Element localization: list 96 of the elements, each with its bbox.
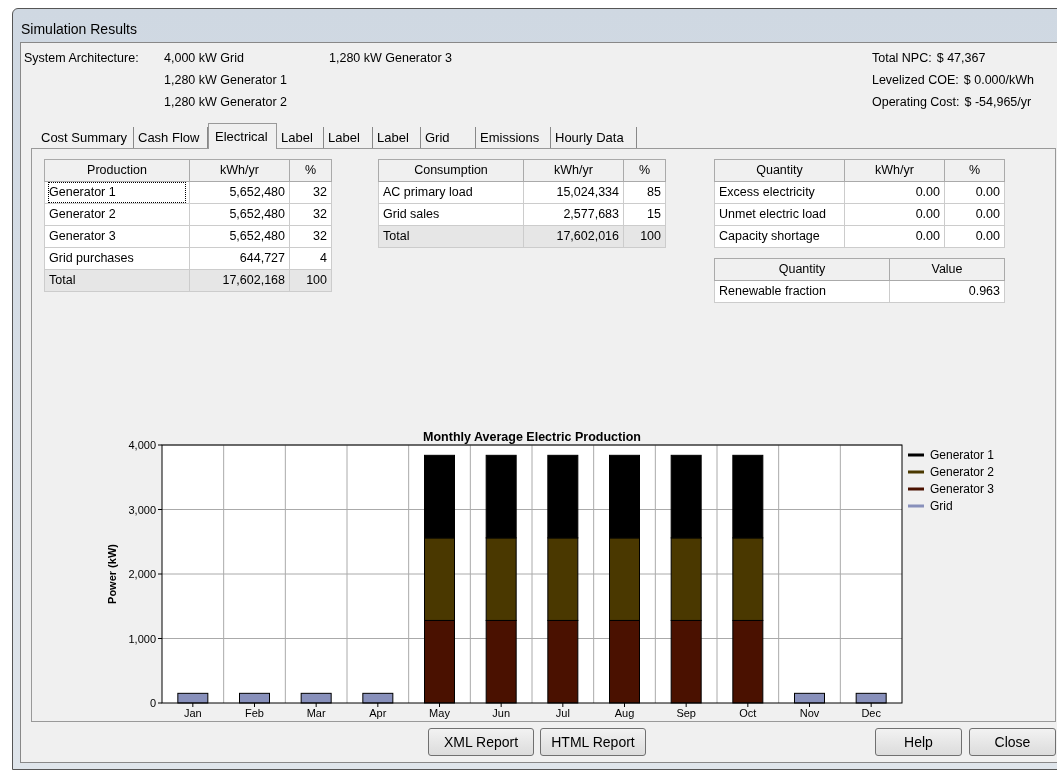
chart-title: Monthly Average Electric Production <box>423 430 641 444</box>
summary-label: Operating Cost: <box>871 93 960 111</box>
legend-swatch <box>908 453 924 457</box>
legend-swatch <box>908 504 924 508</box>
column-header: % <box>289 159 332 182</box>
x-tick-label: May <box>429 707 450 719</box>
legend-label: Generator 2 <box>930 465 995 479</box>
x-tick-label: Jul <box>555 707 570 719</box>
x-tick-label: Feb <box>245 707 264 719</box>
dialog-button[interactable]: Close <box>969 728 1056 756</box>
table-cell: 32 <box>289 225 332 248</box>
column-header: Quantity <box>714 258 890 281</box>
legend-label: Generator 1 <box>930 448 995 462</box>
x-tick-label: Mar <box>306 707 326 719</box>
x-tick-label: Aug <box>614 707 635 719</box>
legend-swatch <box>908 470 924 474</box>
column-header: Production <box>44 159 190 182</box>
table-cell: Total <box>378 225 524 248</box>
bar <box>239 692 270 704</box>
summary-label: Levelized COE: <box>871 71 959 89</box>
component-text: 4,000 kW Grid <box>164 50 245 67</box>
table-cell: Excess electricity <box>714 181 845 204</box>
x-tick-label: Apr <box>369 707 387 719</box>
table-cell: 17,602,016 <box>523 225 624 248</box>
column-header: Quantity <box>714 159 845 182</box>
column-header: % <box>944 159 1005 182</box>
summary-label: Total NPC: <box>871 50 932 67</box>
table-cell: 100 <box>289 269 332 292</box>
y-tick-label: 0 <box>149 697 156 709</box>
table-cell: Grid purchases <box>44 247 190 270</box>
component-text: 1,280 kW Generator 2 <box>164 93 288 111</box>
table-cell: Unmet electric load <box>714 203 845 226</box>
table-cell: 17,602,168 <box>189 269 290 292</box>
x-tick-label: Dec <box>861 707 881 719</box>
y-axis-label: Power (kW) <box>106 544 118 604</box>
legend-label: Generator 3 <box>930 482 995 496</box>
table-cell: 85 <box>623 181 666 204</box>
table-cell: 0.00 <box>944 225 1005 248</box>
dialog-button[interactable]: XML Report <box>428 728 534 756</box>
table-cell: 4 <box>289 247 332 270</box>
y-tick-label: 4,000 <box>128 439 156 451</box>
dialog-button[interactable]: HTML Report <box>540 728 646 756</box>
table-cell: 15,024,334 <box>523 181 624 204</box>
table-cell: 2,577,683 <box>523 203 624 226</box>
y-tick-label: 2,000 <box>128 568 156 580</box>
table-cell: 0.00 <box>944 203 1005 226</box>
column-header: Consumption <box>378 159 524 182</box>
bar <box>362 692 394 704</box>
x-tick-label: Jan <box>183 707 202 719</box>
table-cell: 0.00 <box>944 181 1005 204</box>
summary-value: $ 0.000/kWh <box>963 71 1034 89</box>
table-cell: 32 <box>289 181 332 204</box>
table-cell: 5,652,480 <box>189 181 290 204</box>
bar <box>177 692 209 704</box>
table-cell: 0.963 <box>889 280 1005 303</box>
architecture-label: System Architecture: <box>24 50 140 67</box>
table-cell: 0.00 <box>844 203 945 226</box>
column-header: kWh/yr <box>844 159 945 182</box>
table-cell: Renewable fraction <box>714 280 890 303</box>
table-cell: 15 <box>623 203 666 226</box>
summary-value: $ 47,367 <box>936 50 986 67</box>
summary-value: $ -54,965/yr <box>964 93 1032 111</box>
table-cell: AC primary load <box>378 181 524 204</box>
table-cell: Capacity shortage <box>714 225 845 248</box>
x-tick-label: Jun <box>492 707 511 719</box>
y-tick-label: 3,000 <box>128 503 156 516</box>
table-cell: 5,652,480 <box>189 225 290 248</box>
table-cell: Generator 2 <box>44 203 190 226</box>
component-text: 1,280 kW Generator 1 <box>164 71 288 89</box>
table-cell: Grid sales <box>378 203 524 226</box>
bar <box>794 692 825 704</box>
column-header: Value <box>889 258 1005 281</box>
column-header: kWh/yr <box>523 159 624 182</box>
legend-label: Grid <box>930 499 953 513</box>
table-cell: 0.00 <box>844 225 945 248</box>
bar <box>300 692 332 704</box>
table-cell: 644,727 <box>189 247 290 270</box>
table-cell: 100 <box>623 225 666 248</box>
table-cell: Generator 1 <box>44 181 190 204</box>
column-header: kWh/yr <box>189 159 290 182</box>
x-tick-label: Nov <box>799 707 820 719</box>
component-text: 1,280 kW Generator 3 <box>329 50 453 67</box>
table-cell: Total <box>44 269 190 292</box>
legend-swatch <box>908 487 924 491</box>
dialog-button[interactable]: Help <box>875 728 962 756</box>
window-title: Simulation Results <box>20 20 138 39</box>
bar <box>855 692 887 704</box>
x-tick-label: Sep <box>676 707 696 719</box>
y-tick-label: 1,000 <box>128 632 156 645</box>
table-cell: 32 <box>289 203 332 226</box>
table-cell: 5,652,480 <box>189 203 290 226</box>
table-cell: 0.00 <box>844 181 945 204</box>
column-header: % <box>623 159 666 182</box>
table-cell: Generator 3 <box>44 225 190 248</box>
x-tick-label: Oct <box>739 707 757 719</box>
tab[interactable]: Electrical <box>208 123 277 149</box>
